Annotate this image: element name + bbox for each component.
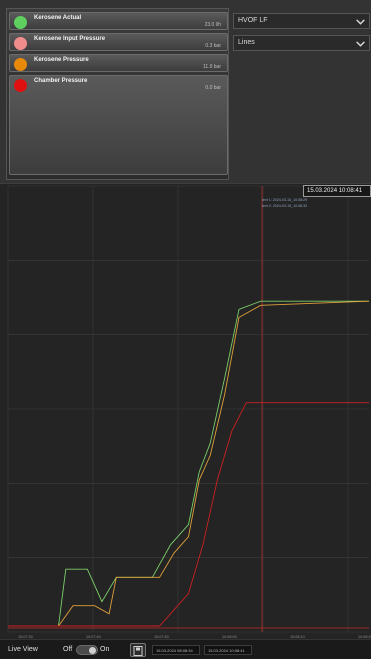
timestamp-box: 15.03.2024 10:08:41 bbox=[303, 185, 371, 197]
series-chamber-pressure-line bbox=[8, 402, 369, 627]
legend-name: Kerosene Input Pressure bbox=[34, 36, 106, 42]
cursor-1-label: text 1: 2024-03-15_10:08:29 bbox=[262, 198, 308, 202]
status-dot bbox=[14, 37, 27, 50]
series-kerosene-actual-line bbox=[8, 300, 369, 627]
chevron-down-icon bbox=[356, 19, 365, 25]
save-button[interactable] bbox=[130, 643, 146, 657]
legend-item-kerosene-pressure[interactable]: Kerosene Pressure 11.9 bar bbox=[9, 54, 228, 72]
status-dot bbox=[14, 58, 27, 71]
process-select-value: HVOF LF bbox=[238, 17, 268, 24]
legend-item-chamber-pressure[interactable]: Chamber Pressure 0.0 bar bbox=[9, 75, 228, 175]
range-end-field[interactable]: 15.03.2024 10:08:41 bbox=[204, 645, 252, 655]
bottom-bar: Live View Off On 15.03.2024 08:08:34 15.… bbox=[0, 639, 371, 659]
live-view-toggle[interactable] bbox=[76, 645, 98, 655]
off-label: Off bbox=[63, 646, 73, 653]
legend-panel: Kerosene Actual 23.0 l/h Kerosene Input … bbox=[6, 8, 229, 180]
range-start-field[interactable]: 15.03.2024 08:08:34 bbox=[152, 645, 200, 655]
chart-area[interactable]: 10:07:30 10:07:40 10:07:50 10:08:00 10:08:10… bbox=[0, 183, 371, 639]
series-kerosene-pressure-line bbox=[8, 300, 370, 627]
legend-value: 11.9 bar bbox=[203, 64, 221, 70]
mode-select-value: Lines bbox=[238, 39, 255, 46]
legend-value: 23.0 l/h bbox=[204, 22, 221, 28]
on-label: On bbox=[100, 646, 110, 653]
cursor-2-label: text 2: 2024-03-15_10:08:32 bbox=[262, 204, 308, 208]
live-view-label: Live View bbox=[8, 646, 38, 653]
legend-value: 0.0 bar bbox=[205, 85, 221, 91]
toggle-knob bbox=[89, 647, 96, 654]
legend-value: 0.3 bar bbox=[205, 43, 221, 49]
save-icon bbox=[133, 646, 143, 656]
top-panel: Kerosene Actual 23.0 l/h Kerosene Input … bbox=[0, 0, 371, 183]
trend-chart[interactable]: 10:07:30 10:07:40 10:07:50 10:08:00 10:08:10… bbox=[0, 184, 371, 640]
process-select[interactable]: HVOF LF bbox=[233, 13, 370, 29]
chevron-down-icon bbox=[356, 41, 365, 47]
legend-name: Kerosene Actual bbox=[34, 15, 82, 21]
legend-name: Chamber Pressure bbox=[34, 78, 88, 84]
mode-select[interactable]: Lines bbox=[233, 35, 370, 51]
legend-item-kerosene-actual[interactable]: Kerosene Actual 23.0 l/h bbox=[9, 12, 228, 30]
status-dot bbox=[14, 79, 27, 92]
status-dot bbox=[14, 16, 27, 29]
legend-item-kerosene-input-pressure[interactable]: Kerosene Input Pressure 0.3 bar bbox=[9, 33, 228, 51]
legend-name: Kerosene Pressure bbox=[34, 57, 89, 63]
